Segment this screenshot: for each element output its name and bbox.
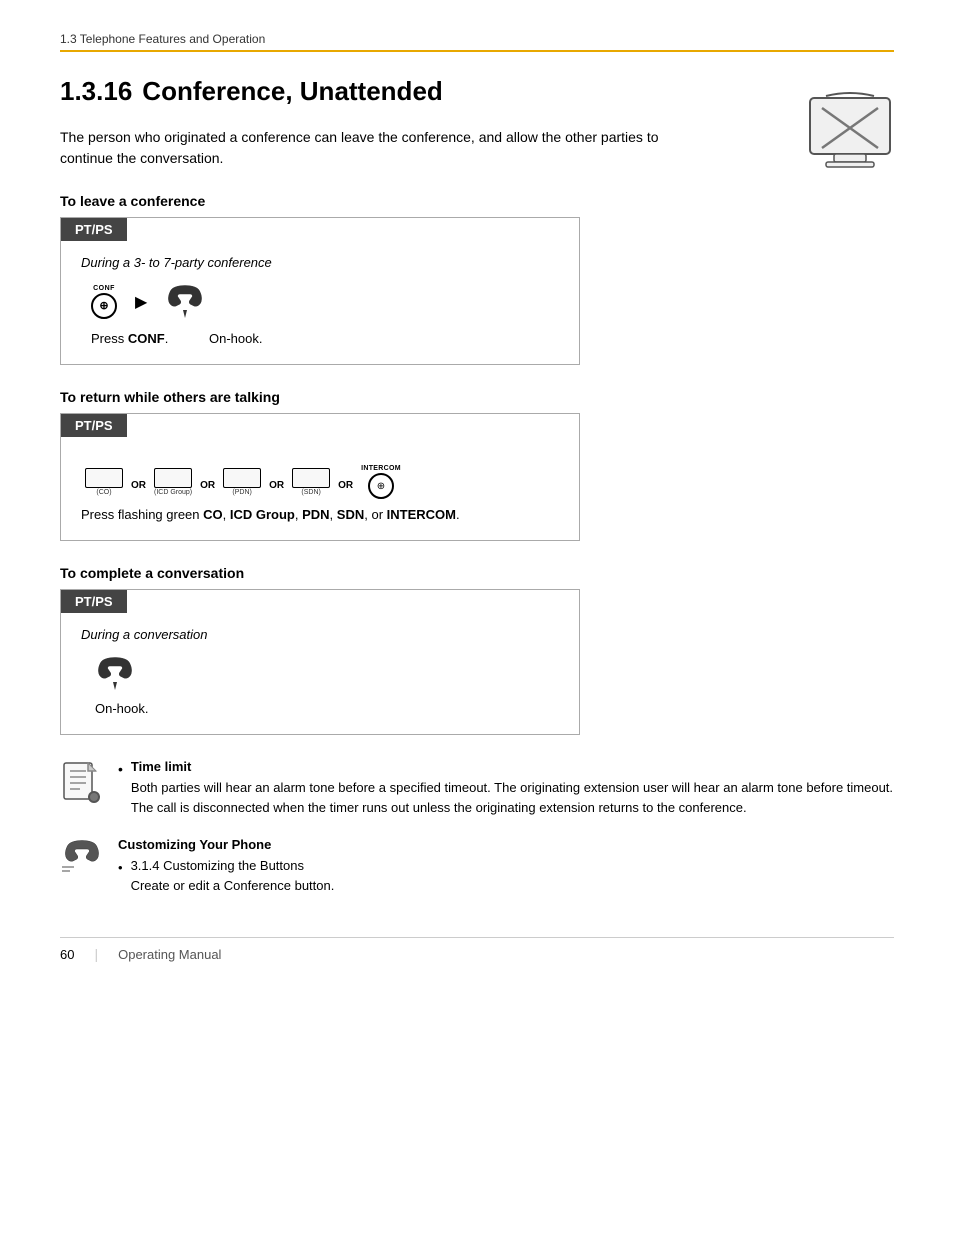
- or-4: OR: [338, 474, 353, 491]
- intro-text: The person who originated a conference c…: [60, 127, 680, 169]
- leave-italic: During a 3- to 7-party conference: [81, 255, 559, 270]
- ptps-label-return: PT/PS: [61, 414, 127, 437]
- conf-button-icon: CONF ⊕: [91, 285, 117, 319]
- customize-item-2: Create or edit a Conference button.: [131, 876, 335, 896]
- ptps-content-complete: During a conversation On-hook.: [61, 613, 579, 734]
- notes-section: • Time limit Both parties will hear an a…: [60, 759, 894, 897]
- icd-key: (ICD Group): [154, 468, 192, 496]
- sdn-sub: (SDN): [301, 489, 320, 496]
- footer: 60 | Operating Manual: [60, 937, 894, 962]
- complete-italic: During a conversation: [81, 627, 559, 642]
- or-1: OR: [131, 474, 146, 491]
- breadcrumb-bar: 1.3 Telephone Features and Operation: [60, 30, 894, 52]
- time-limit-content: • Time limit Both parties will hear an a…: [118, 759, 894, 819]
- time-limit-bullet: • Time limit Both parties will hear an a…: [118, 759, 894, 817]
- or-3: OR: [269, 474, 284, 491]
- customize-icon-wrapper: [60, 839, 104, 878]
- sdn-key: (SDN): [292, 468, 330, 496]
- footer-page: 60: [60, 947, 74, 962]
- complete-onhook-icon: [95, 654, 559, 693]
- time-limit-text: Both parties will hear an alarm tone bef…: [131, 778, 894, 817]
- leave-step-row: CONF ⊕ ▶: [91, 282, 559, 321]
- leave-step-labels: Press CONF. On-hook.: [91, 331, 559, 346]
- co-sub: (CO): [96, 489, 111, 496]
- ptps-box-complete: PT/PS During a conversation On-hook.: [60, 589, 580, 735]
- onhook-text-leave: On-hook.: [209, 331, 262, 346]
- intercom-label-top: INTERCOM: [361, 465, 401, 472]
- telephone-icon: [806, 90, 894, 171]
- conf-circle: ⊕: [91, 293, 117, 319]
- section-return-header: To return while others are talking: [60, 389, 894, 405]
- section-complete-header: To complete a conversation: [60, 565, 894, 581]
- ptps-label-leave: PT/PS: [61, 218, 127, 241]
- intercom-button: INTERCOM ⊕: [361, 465, 401, 499]
- pdn-rect: [223, 468, 261, 488]
- ptps-content-leave: During a 3- to 7-party conference CONF ⊕…: [61, 241, 579, 364]
- note-icon-time: [60, 761, 104, 808]
- conf-label: CONF: [93, 285, 115, 292]
- title-text: Conference, Unattended: [142, 76, 443, 106]
- pdn-key: (PDN): [223, 468, 261, 496]
- time-limit-note: • Time limit Both parties will hear an a…: [60, 759, 894, 819]
- ptps-label-complete: PT/PS: [61, 590, 127, 613]
- breadcrumb: 1.3 Telephone Features and Operation: [60, 32, 265, 46]
- time-limit-title: Time limit: [131, 759, 894, 774]
- arrow-icon: ▶: [135, 292, 147, 312]
- customize-content: Customizing Your Phone • 3.1.4 Customizi…: [118, 837, 894, 897]
- conf-press-text: Press CONF.: [91, 331, 168, 346]
- page-title: 1.3.16 Conference, Unattended: [60, 76, 894, 107]
- onhook-text-complete: On-hook.: [95, 701, 559, 716]
- ptps-box-leave: PT/PS During a 3- to 7-party conference …: [60, 217, 580, 365]
- customize-title: Customizing Your Phone: [118, 837, 894, 852]
- section-number: 1.3.16: [60, 76, 132, 106]
- ptps-content-return: (CO) OR (ICD Group) OR (PDN) OR: [61, 437, 579, 540]
- section-leave-header: To leave a conference: [60, 193, 894, 209]
- customize-note: Customizing Your Phone • 3.1.4 Customizi…: [60, 837, 894, 897]
- onhook-phone-icon: [165, 282, 205, 321]
- page-wrapper: 1.3 Telephone Features and Operation 1.3…: [0, 0, 954, 1235]
- sdn-rect: [292, 468, 330, 488]
- customize-bullet: • 3.1.4 Customizing the Buttons Create o…: [118, 856, 894, 895]
- conf-press-label: Press CONF.: [91, 331, 171, 346]
- co-rect: [85, 468, 123, 488]
- return-press-text: Press flashing green CO, ICD Group, PDN,…: [81, 507, 559, 522]
- footer-manual: Operating Manual: [118, 947, 221, 962]
- or-2: OR: [200, 474, 215, 491]
- icd-sub: (ICD Group): [154, 489, 192, 496]
- time-limit-body: Time limit Both parties will hear an ala…: [131, 759, 894, 817]
- icd-rect: [154, 468, 192, 488]
- customize-item-1: 3.1.4 Customizing the Buttons: [131, 856, 335, 876]
- customize-text: • 3.1.4 Customizing the Buttons Create o…: [118, 856, 894, 895]
- pdn-sub: (PDN): [232, 489, 251, 496]
- customize-items: 3.1.4 Customizing the Buttons Create or …: [131, 856, 335, 895]
- co-key: (CO): [85, 468, 123, 496]
- customize-bullet-dot: •: [118, 858, 123, 878]
- intercom-circle: ⊕: [368, 473, 394, 499]
- ptps-box-return: PT/PS (CO) OR (ICD Group) OR (PDN): [60, 413, 580, 541]
- button-row-return: (CO) OR (ICD Group) OR (PDN) OR: [85, 465, 559, 499]
- bullet-dot: •: [118, 761, 123, 777]
- onhook-label: On-hook.: [209, 331, 262, 346]
